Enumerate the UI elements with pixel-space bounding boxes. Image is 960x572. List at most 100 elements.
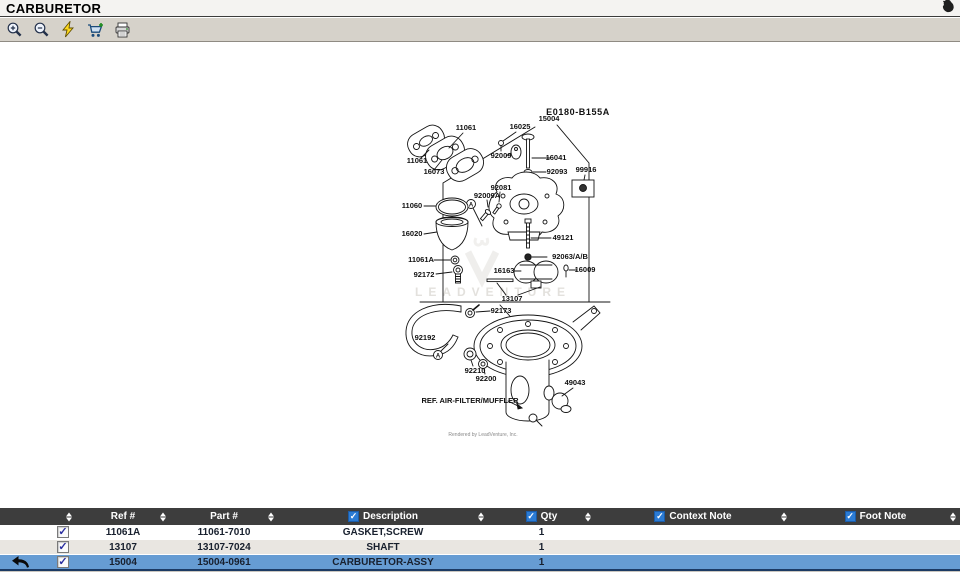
column-checkbox-foot[interactable]: ✓ xyxy=(845,511,856,522)
zoom-out-icon xyxy=(33,21,50,38)
part-label[interactable]: 92173 xyxy=(491,306,512,315)
row-checkbox[interactable]: ✓ xyxy=(57,541,69,553)
sort-icon xyxy=(66,512,72,521)
part-label[interactable]: 15004 xyxy=(539,114,561,123)
cell-part: 11061-7010 xyxy=(170,525,278,539)
add-to-cart-button[interactable] xyxy=(84,20,106,40)
title-bar: CARBURETOR xyxy=(0,0,960,17)
cell-ref: 15004 xyxy=(76,555,170,569)
cell-qty: 1 xyxy=(488,555,595,569)
part-label[interactable]: 13107 xyxy=(502,294,523,303)
cell-foot xyxy=(791,540,960,554)
part-label[interactable]: 16020 xyxy=(402,229,423,238)
hand-icon[interactable] xyxy=(942,0,955,18)
back-arrow-icon[interactable] xyxy=(12,556,30,571)
sort-icon xyxy=(950,512,956,521)
diagram-credit: Rendered by LeadVenture, Inc. xyxy=(448,432,517,438)
cell-desc: GASKET,SCREW xyxy=(278,525,488,539)
hand-icon-svg xyxy=(942,0,955,13)
cell-context xyxy=(595,525,791,539)
cell-foot xyxy=(791,525,960,539)
part-label[interactable]: 99916 xyxy=(576,165,597,174)
zoom-in-button[interactable] xyxy=(3,20,25,40)
cell-desc: SHAFT xyxy=(278,540,488,554)
part-label[interactable]: 16025 xyxy=(510,122,531,131)
part-label[interactable]: 16163 xyxy=(494,266,515,275)
cell-ref: 11061A xyxy=(76,525,170,539)
zoom-out-button[interactable] xyxy=(30,20,52,40)
row-action-cell: ✓ xyxy=(0,525,76,539)
row-checkbox[interactable]: ✓ xyxy=(57,556,69,568)
part-label[interactable]: 11061 xyxy=(407,156,427,165)
toolbar xyxy=(0,17,960,42)
part-label[interactable]: 92009 xyxy=(491,151,512,160)
callout-a: A xyxy=(469,203,474,209)
diagram-area: LEADVENTURE xyxy=(0,42,960,508)
part-label[interactable]: 92009A xyxy=(474,191,501,200)
cell-ref: 13107 xyxy=(76,540,170,554)
cell-qty: 1 xyxy=(488,540,595,554)
part-label[interactable]: 11060 xyxy=(402,201,422,210)
part-label[interactable]: 16009 xyxy=(575,265,596,274)
column-label: Qty xyxy=(541,511,558,522)
part-label[interactable]: 92093 xyxy=(547,167,568,176)
table-row-13107[interactable]: ✓ 1310713107-7024SHAFT1 xyxy=(0,540,960,555)
part-label[interactable]: 92192 xyxy=(415,333,436,342)
column-label: Foot Note xyxy=(860,511,907,522)
cell-desc: CARBURETOR-ASSY xyxy=(278,555,488,569)
column-header-foot[interactable]: ✓ Foot Note xyxy=(791,508,960,525)
page-title: CARBURETOR xyxy=(6,1,101,16)
part-label[interactable]: 11061A xyxy=(408,255,434,264)
table-header-row: Ref # Part # ✓ Description ✓ Qty ✓ Context Note… xyxy=(0,508,960,525)
column-header-part[interactable]: Part # xyxy=(170,508,278,525)
cell-part: 15004-0961 xyxy=(170,555,278,569)
column-header-desc[interactable]: ✓ Description xyxy=(278,508,488,525)
column-header-ref[interactable]: Ref # xyxy=(76,508,170,525)
column-checkbox-context[interactable]: ✓ xyxy=(654,511,665,522)
part-label[interactable]: 92200 xyxy=(476,374,497,383)
cell-foot xyxy=(791,555,960,569)
column-label: Context Note xyxy=(669,511,731,522)
part-label[interactable]: 16073 xyxy=(424,167,445,176)
row-checkbox[interactable]: ✓ xyxy=(57,526,69,538)
sort-icon xyxy=(781,512,787,521)
column-label: Ref # xyxy=(111,511,135,522)
cell-context xyxy=(595,540,791,554)
print-button[interactable] xyxy=(111,20,133,40)
table-row-11061A[interactable]: ✓ 11061A11061-7010GASKET,SCREW1 xyxy=(0,525,960,540)
sort-icon xyxy=(268,512,274,521)
add-to-cart-icon xyxy=(87,22,104,38)
sort-icon xyxy=(585,512,591,521)
parts-diagram[interactable]: LEADVENTURE xyxy=(0,42,960,508)
column-checkbox-desc[interactable]: ✓ xyxy=(348,511,359,522)
cell-context xyxy=(595,555,791,569)
lightning-icon xyxy=(61,21,75,38)
row-action-cell: ✓ xyxy=(0,555,76,569)
column-checkbox-qty[interactable]: ✓ xyxy=(526,511,537,522)
column-label: Description xyxy=(363,511,418,522)
part-label[interactable]: 16041 xyxy=(546,153,567,162)
sort-icon xyxy=(478,512,484,521)
column-header-select[interactable] xyxy=(0,508,76,525)
table-body: ✓11061A11061-7010GASKET,SCREW1✓131071310… xyxy=(0,525,960,570)
part-label[interactable]: 49121 xyxy=(553,233,574,242)
callout-a: A xyxy=(436,354,441,360)
part-label[interactable]: 49043 xyxy=(565,378,586,387)
cell-part: 13107-7024 xyxy=(170,540,278,554)
part-label[interactable]: 11061 xyxy=(456,123,476,132)
svg-text:LEADVENTURE: LEADVENTURE xyxy=(415,285,571,299)
part-label[interactable]: 92172 xyxy=(414,270,435,279)
column-header-context[interactable]: ✓ Context Note xyxy=(595,508,791,525)
interactive-mode-button[interactable] xyxy=(57,20,79,40)
zoom-in-icon xyxy=(6,21,23,38)
sort-icon xyxy=(160,512,166,521)
table-row-15004[interactable]: ✓ 1500415004-0961CARBURETOR-ASSY1 xyxy=(0,555,960,570)
part-label[interactable]: 92063/A/B xyxy=(552,252,588,261)
row-action-cell: ✓ xyxy=(0,540,76,554)
column-header-qty[interactable]: ✓ Qty xyxy=(488,508,595,525)
cell-qty: 1 xyxy=(488,525,595,539)
parts-table: Ref # Part # ✓ Description ✓ Qty ✓ Context Note… xyxy=(0,508,960,570)
print-icon xyxy=(114,22,131,38)
part-label[interactable]: REF. AIR-FILTER/MUFFLER xyxy=(421,396,519,405)
column-label: Part # xyxy=(210,511,238,522)
